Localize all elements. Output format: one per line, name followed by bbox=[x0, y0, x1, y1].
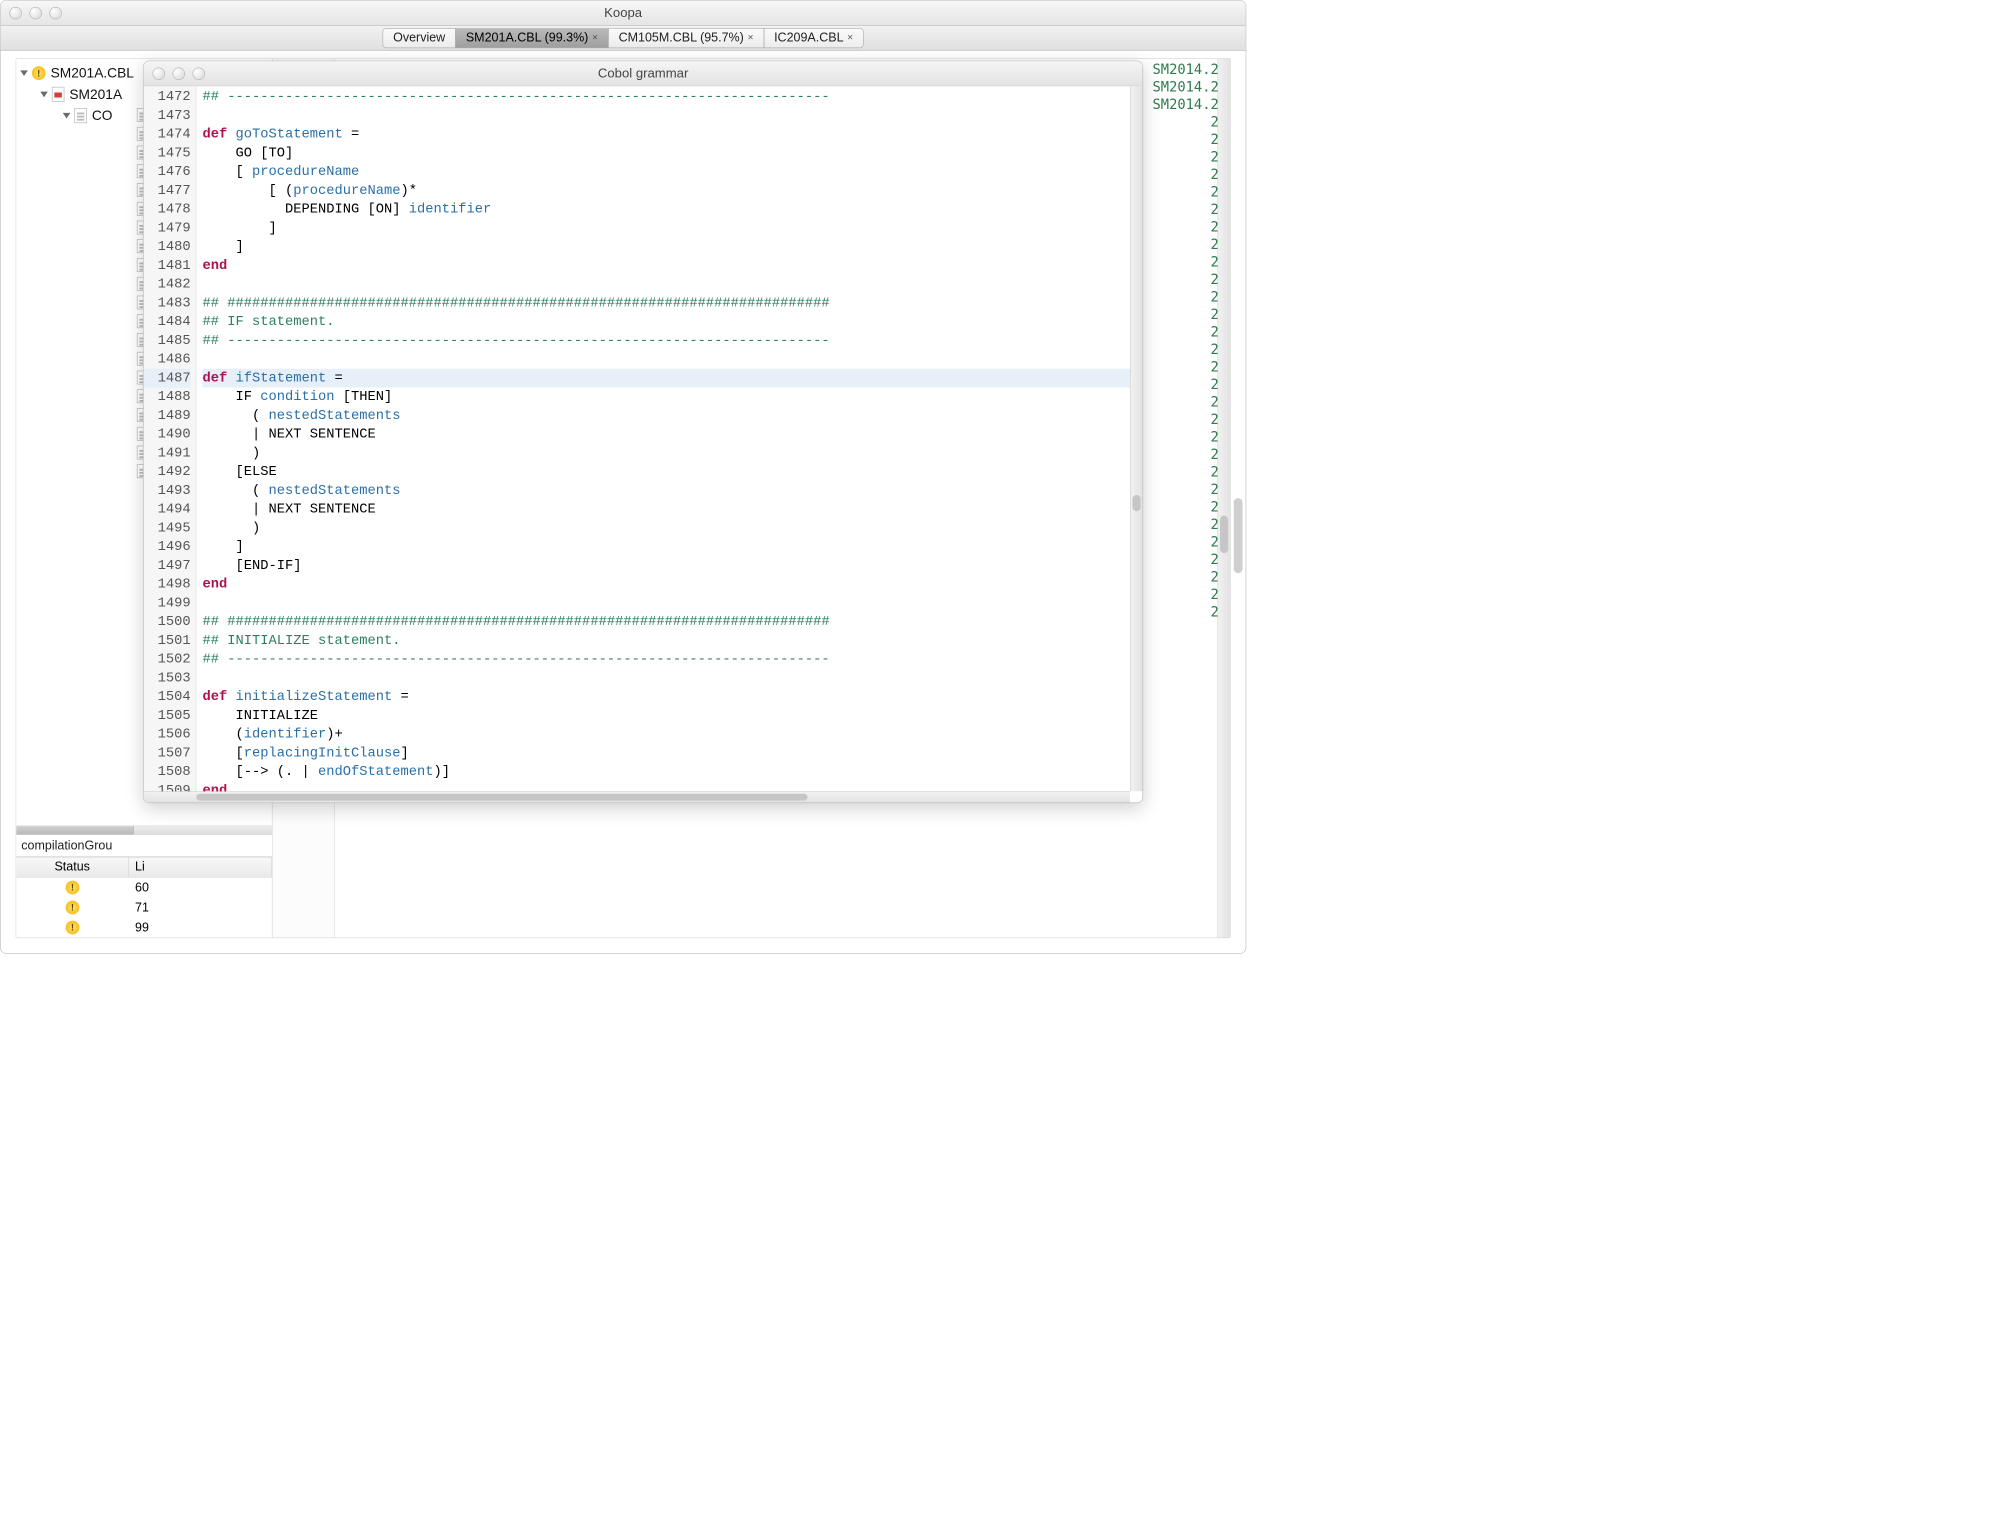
editor-v-scrollbar[interactable] bbox=[1218, 59, 1231, 938]
line-cell: 71 bbox=[129, 900, 272, 914]
tab-1[interactable]: SM201A.CBL (99.3%)× bbox=[455, 28, 608, 48]
traffic-lights bbox=[9, 7, 62, 20]
zoom-window-button[interactable] bbox=[193, 67, 206, 80]
scrollbar-thumb[interactable] bbox=[196, 794, 807, 801]
main-titlebar: Koopa bbox=[1, 1, 1246, 26]
warning-icon: ! bbox=[66, 901, 80, 915]
scrollbar-thumb[interactable] bbox=[1234, 498, 1243, 573]
tab-0[interactable]: Overview bbox=[382, 28, 455, 48]
grammar-window: Cobol grammar 14721473147414751476147714… bbox=[143, 61, 1143, 804]
minimize-window-button[interactable] bbox=[29, 7, 42, 20]
status-col-header[interactable]: Status bbox=[16, 858, 129, 877]
grammar-body[interactable]: 1472147314741475147614771478147914801481… bbox=[144, 86, 1143, 802]
outer-v-scrollbar[interactable] bbox=[1232, 58, 1245, 938]
grammar-line-gutter: 1472147314741475147614771478147914801481… bbox=[144, 86, 197, 802]
close-icon[interactable]: × bbox=[748, 32, 754, 43]
grammar-h-scrollbar[interactable] bbox=[144, 791, 1130, 802]
scrollbar-thumb[interactable] bbox=[1133, 495, 1141, 511]
grammar-code: ## -------------------------------------… bbox=[196, 86, 1142, 802]
status-cell: ! bbox=[16, 901, 129, 915]
file-icon bbox=[74, 108, 87, 123]
window-title: Koopa bbox=[604, 5, 642, 20]
main-window: Koopa OverviewSM201A.CBL (99.3%)×CM105M.… bbox=[0, 0, 1246, 954]
scrollbar-thumb[interactable] bbox=[16, 826, 134, 834]
line-cell: 99 bbox=[129, 920, 272, 934]
close-window-button[interactable] bbox=[9, 7, 22, 20]
tree-label: SM201A.CBL bbox=[51, 65, 134, 81]
scrollbar-thumb[interactable] bbox=[1220, 516, 1228, 554]
disclosure-icon[interactable] bbox=[20, 70, 28, 76]
grammar-v-scrollbar[interactable] bbox=[1130, 86, 1143, 791]
zoom-window-button[interactable] bbox=[49, 7, 62, 20]
warning-icon: ! bbox=[32, 66, 46, 80]
tree-label: CO bbox=[92, 108, 113, 124]
status-cell: ! bbox=[16, 881, 129, 895]
tab-3[interactable]: IC209A.CBL × bbox=[763, 28, 863, 48]
disclosure-icon[interactable] bbox=[40, 92, 48, 98]
tab-label: Overview bbox=[393, 31, 445, 45]
traffic-lights bbox=[153, 67, 206, 80]
tab-label: IC209A.CBL bbox=[774, 31, 843, 45]
tree-h-scrollbar[interactable] bbox=[16, 826, 272, 835]
close-icon[interactable]: × bbox=[592, 32, 598, 43]
tree-label: SM201A bbox=[69, 86, 122, 102]
cobol-file-icon bbox=[52, 87, 65, 102]
status-row[interactable]: ! 99 bbox=[16, 918, 272, 938]
close-window-button[interactable] bbox=[153, 67, 166, 80]
tab-2[interactable]: CM105M.CBL (95.7%) × bbox=[608, 28, 764, 48]
warning-icon: ! bbox=[66, 881, 80, 895]
tab-label: SM201A.CBL (99.3%) bbox=[466, 31, 589, 45]
close-icon[interactable]: × bbox=[847, 32, 853, 43]
warning-icon: ! bbox=[66, 921, 80, 935]
minimize-window-button[interactable] bbox=[173, 67, 186, 80]
tab-bar: OverviewSM201A.CBL (99.3%)×CM105M.CBL (9… bbox=[1, 26, 1246, 51]
grammar-titlebar: Cobol grammar bbox=[144, 61, 1143, 86]
grammar-window-title: Cobol grammar bbox=[598, 66, 688, 81]
disclosure-icon[interactable] bbox=[63, 113, 71, 119]
status-cell: ! bbox=[16, 921, 129, 935]
bg-tag-column: SM2014.2SM2014.2SM2014.22222222222222222… bbox=[1144, 59, 1219, 622]
tab-label: CM105M.CBL (95.7%) bbox=[619, 31, 744, 45]
breadcrumb-text: compilationGrou bbox=[21, 838, 112, 852]
